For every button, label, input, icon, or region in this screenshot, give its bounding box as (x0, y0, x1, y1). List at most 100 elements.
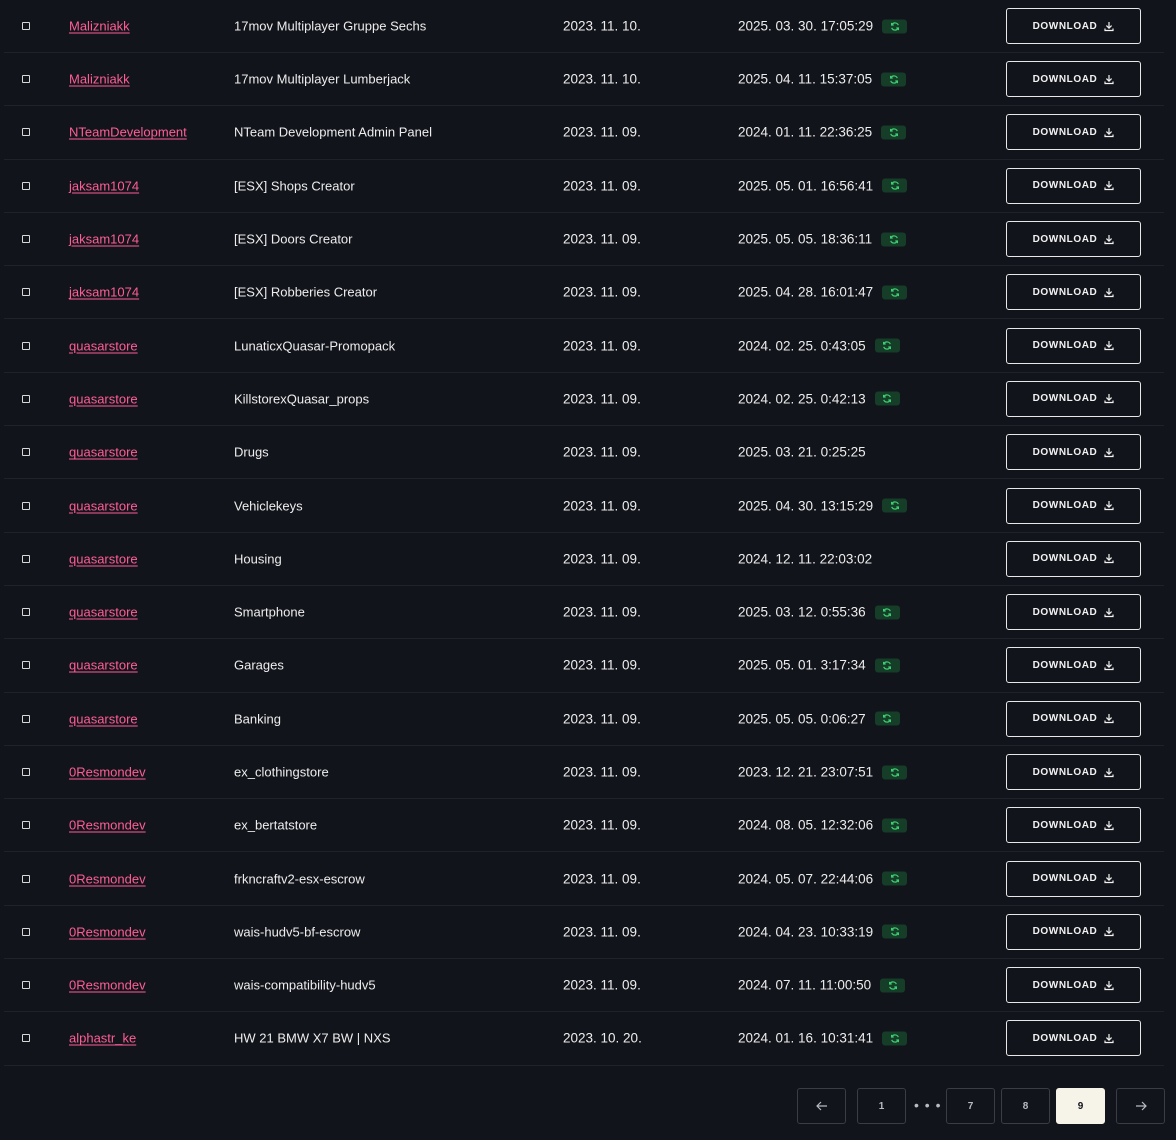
download-button[interactable]: DOWNLOAD (1006, 754, 1141, 790)
download-icon (1097, 393, 1114, 404)
next-page-button[interactable] (1116, 1088, 1165, 1124)
download-icon (1097, 820, 1114, 831)
author-link[interactable]: jaksam1074 (69, 232, 139, 247)
download-button[interactable]: DOWNLOAD (1006, 221, 1141, 258)
author-link[interactable]: quasarstore (69, 605, 138, 620)
row-checkbox[interactable] (22, 874, 30, 883)
row-checkbox[interactable] (22, 768, 30, 776)
download-button[interactable]: DOWNLOAD (1006, 61, 1141, 98)
row-checkbox[interactable] (22, 554, 30, 563)
row-checkbox[interactable] (22, 501, 30, 510)
row-checkbox[interactable] (22, 394, 30, 403)
created-date: 2023. 11. 09. (563, 124, 641, 140)
table-row: quasarstore KillstorexQuasar_props 2023. 1… (4, 373, 1164, 427)
updated-timestamp-cell: 2025. 05. 01. 16:56:41 (738, 178, 908, 193)
updated-timestamp-cell: 2025. 05. 05. 18:36:11 (738, 232, 907, 247)
download-button[interactable]: DOWNLOAD (1006, 913, 1141, 950)
author-link[interactable]: alphastr_ke (69, 1031, 136, 1046)
row-checkbox[interactable] (22, 821, 30, 830)
author-link[interactable]: quasarstore (69, 498, 138, 513)
download-button[interactable]: DOWNLOAD (1006, 700, 1141, 737)
author-link[interactable]: quasarstore (69, 711, 138, 726)
download-button[interactable]: DOWNLOAD (1006, 647, 1141, 684)
download-label: DOWNLOAD (1032, 126, 1098, 138)
updated-timestamp-cell: 2024. 02. 25. 0:42:13 (738, 391, 900, 406)
download-button[interactable]: DOWNLOAD (1006, 487, 1141, 524)
updated-timestamp: 2025. 05. 05. 0:06:27 (738, 711, 866, 727)
author-link[interactable]: 0Resmondev (69, 871, 146, 886)
author-link[interactable]: NTeamDevelopment (69, 125, 187, 140)
resource-name: Smartphone (234, 604, 305, 620)
author-link[interactable]: 0Resmondev (69, 818, 146, 833)
row-checkbox[interactable] (22, 341, 30, 350)
page-button-1[interactable]: 1 (857, 1088, 906, 1124)
row-checkbox[interactable] (22, 181, 30, 190)
updated-timestamp: 2024. 01. 11. 22:36:25 (738, 124, 873, 140)
arrow-right-icon (1135, 1101, 1147, 1111)
table-row: quasarstore LunaticxQuasar-Promopack 2023.… (4, 319, 1164, 373)
author-link[interactable]: quasarstore (69, 338, 138, 353)
download-button[interactable]: DOWNLOAD (1006, 540, 1141, 577)
row-checkbox[interactable] (22, 75, 30, 84)
created-date: 2023. 11. 09. (563, 338, 641, 354)
row-checkbox[interactable] (22, 128, 30, 137)
download-button[interactable]: DOWNLOAD (1006, 274, 1141, 311)
download-button[interactable]: DOWNLOAD (1006, 860, 1141, 897)
author-link[interactable]: jaksam1074 (69, 178, 139, 193)
sync-status-badge (874, 711, 900, 726)
prev-page-button[interactable] (797, 1088, 846, 1124)
download-button[interactable]: DOWNLOAD (1006, 167, 1141, 204)
row-checkbox[interactable] (22, 661, 30, 670)
row-checkbox[interactable] (22, 1034, 30, 1043)
author-link[interactable]: 0Resmondev (69, 765, 146, 780)
row-checkbox[interactable] (22, 981, 30, 990)
download-button[interactable]: DOWNLOAD (1006, 807, 1141, 844)
created-date: 2023. 11. 09. (563, 871, 641, 887)
page-button-8[interactable]: 8 (1001, 1088, 1050, 1124)
download-button[interactable]: DOWNLOAD (1006, 434, 1141, 471)
created-date: 2023. 11. 09. (563, 711, 641, 727)
author-link[interactable]: jaksam1074 (69, 285, 139, 300)
table-row: quasarstore Drugs 2023. 11. 09. 2025. 03. 2… (4, 426, 1164, 480)
download-icon (1097, 21, 1114, 32)
author-link[interactable]: quasarstore (69, 391, 138, 406)
row-checkbox[interactable] (22, 927, 30, 936)
download-button[interactable]: DOWNLOAD (1006, 1020, 1141, 1057)
row-checkbox[interactable] (22, 608, 30, 617)
author-link[interactable]: quasarstore (69, 551, 138, 566)
refresh-icon (890, 287, 900, 297)
row-checkbox[interactable] (22, 22, 30, 30)
row-checkbox[interactable] (22, 448, 30, 457)
page-button-7[interactable]: 7 (946, 1088, 995, 1124)
table-row: jaksam1074 [ESX] Shops Creator 2023. 11. 0… (4, 160, 1164, 213)
updated-timestamp: 2025. 03. 21. 0:25:25 (738, 444, 866, 460)
download-button[interactable]: DOWNLOAD (1006, 8, 1141, 44)
author-link[interactable]: 0Resmondev (69, 978, 146, 993)
refresh-icon (882, 341, 892, 351)
row-checkbox[interactable] (22, 288, 30, 297)
resource-name: ex_bertatstore (234, 817, 318, 833)
author-link[interactable]: 0Resmondev (69, 924, 146, 939)
resource-name: [ESX] Shops Creator (234, 178, 355, 194)
refresh-icon (889, 127, 899, 137)
author-link[interactable]: quasarstore (69, 445, 138, 460)
download-label: DOWNLOAD (1032, 873, 1098, 885)
resource-name: Vehiclekeys (234, 498, 303, 514)
author-link[interactable]: Malizniakk (69, 72, 130, 87)
updated-timestamp-cell: 2024. 04. 23. 10:33:19 (738, 924, 908, 939)
resource-name: wais-hudv5-bf-escrow (234, 924, 361, 940)
row-checkbox[interactable] (22, 235, 30, 244)
author-link[interactable]: quasarstore (69, 658, 138, 673)
download-button[interactable]: DOWNLOAD (1006, 380, 1141, 417)
download-button[interactable]: DOWNLOAD (1006, 114, 1141, 151)
download-button[interactable]: DOWNLOAD (1006, 967, 1141, 1004)
refresh-icon (890, 767, 900, 777)
updated-timestamp-cell: 2024. 01. 11. 22:36:25 (738, 124, 907, 140)
page-button-9[interactable]: 9 (1056, 1088, 1105, 1124)
row-checkbox[interactable] (22, 714, 30, 723)
author-link[interactable]: Malizniakk (69, 19, 130, 34)
download-button[interactable]: DOWNLOAD (1006, 327, 1141, 364)
download-button[interactable]: DOWNLOAD (1006, 594, 1141, 631)
resource-name: HW 21 BMW X7 BW | NXS (234, 1030, 391, 1046)
resource-name: Garages (234, 657, 284, 673)
